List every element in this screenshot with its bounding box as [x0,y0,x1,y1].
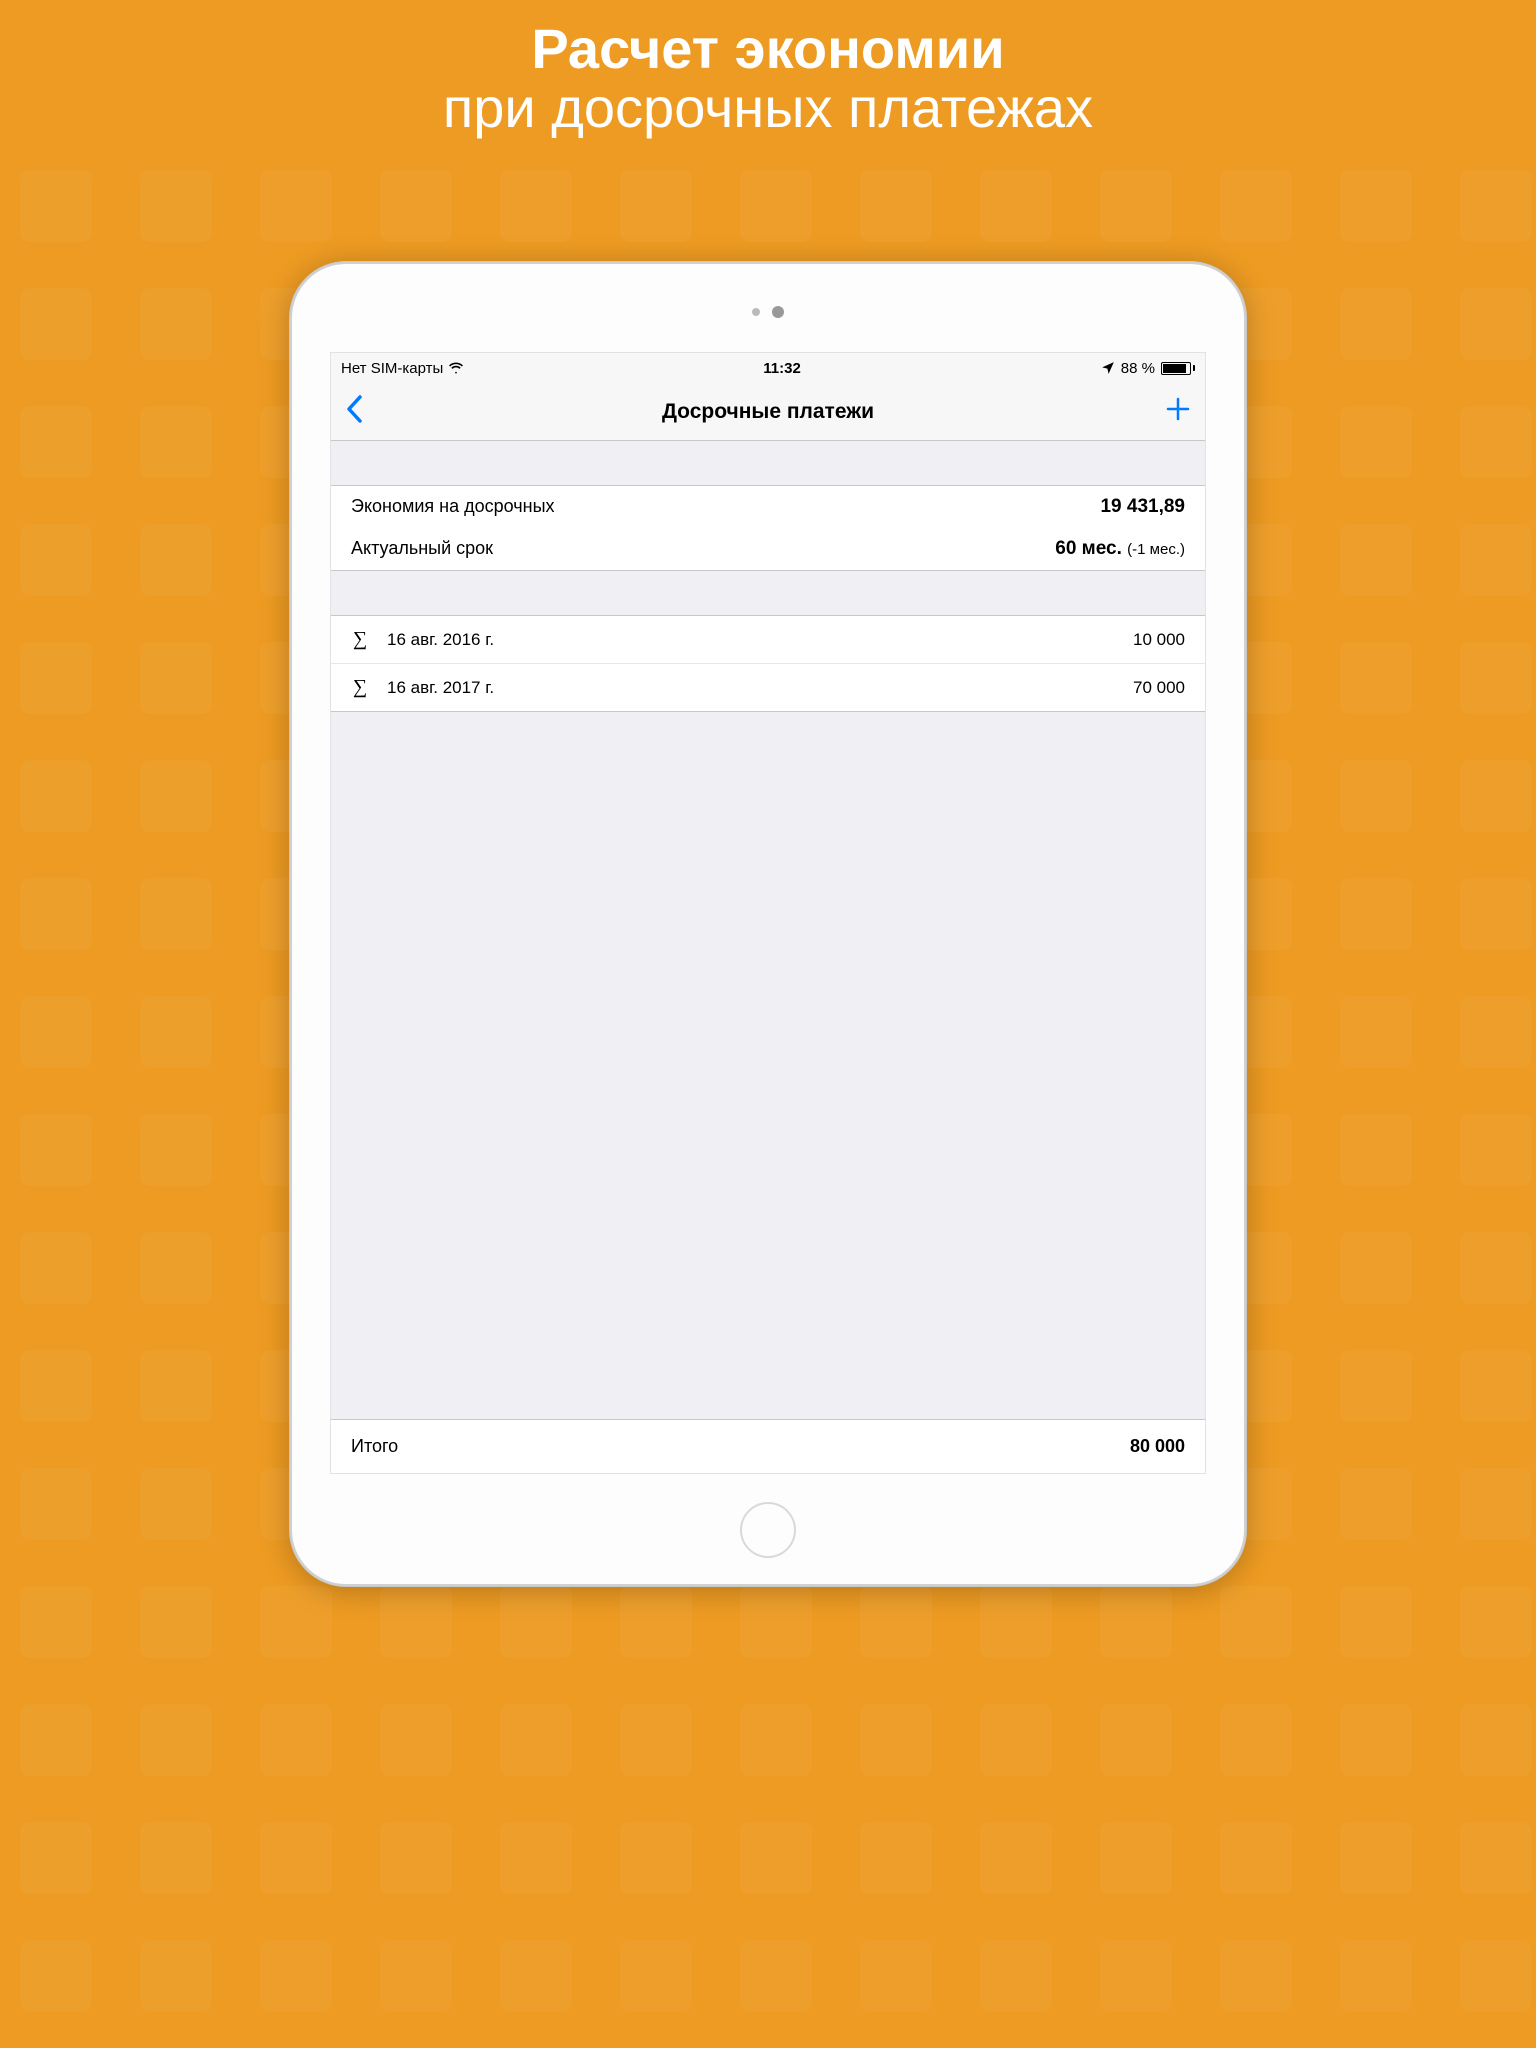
sigma-icon: ∑ [351,676,369,699]
marketing-headline: Расчет экономии при досрочных платежах [0,0,1536,138]
add-button[interactable] [1161,392,1191,431]
headline-line2: при досрочных платежах [0,79,1536,138]
summary-term-row: Актуальный срок 60 мес. (-1 мес.) [331,528,1205,570]
back-button[interactable] [345,394,375,430]
payment-date: 16 авг. 2017 г. [387,678,1115,698]
plus-icon [1165,396,1191,422]
chevron-left-icon [345,394,363,424]
location-icon [1101,361,1115,375]
tablet-frame: Нет SIM-карты 11:32 88 % Досрочные плате… [290,262,1246,1586]
payments-list: ∑ 16 авг. 2016 г. 10 000 ∑ 16 авг. 2017 … [331,615,1205,712]
home-button[interactable] [740,1502,796,1558]
battery-icon [1161,362,1195,375]
savings-value: 19 431,89 [1100,496,1185,518]
status-bar: Нет SIM-карты 11:32 88 % [331,353,1205,383]
page-title: Досрочные платежи [662,400,874,424]
total-label: Итого [351,1436,398,1457]
savings-label: Экономия на досрочных [351,496,555,517]
carrier-label: Нет SIM-карты [341,360,443,377]
total-bar: Итого 80 000 [331,1419,1205,1473]
term-value: 60 мес. (-1 мес.) [1055,538,1185,560]
payment-amount: 10 000 [1133,630,1185,650]
summary-block: Экономия на досрочных 19 431,89 Актуальн… [331,485,1205,571]
payment-row[interactable]: ∑ 16 авг. 2017 г. 70 000 [331,664,1205,711]
payment-amount: 70 000 [1133,678,1185,698]
term-label: Актуальный срок [351,538,493,559]
status-time: 11:32 [763,360,801,377]
payment-row[interactable]: ∑ 16 авг. 2016 г. 10 000 [331,616,1205,664]
sigma-icon: ∑ [351,628,369,651]
headline-line1: Расчет экономии [0,20,1536,79]
content-area[interactable]: Экономия на досрочных 19 431,89 Актуальн… [331,441,1205,1473]
wifi-icon [449,361,463,375]
payment-date: 16 авг. 2016 г. [387,630,1115,650]
total-value: 80 000 [1130,1436,1185,1457]
app-screen: Нет SIM-карты 11:32 88 % Досрочные плате… [330,352,1206,1474]
nav-bar: Досрочные платежи [331,383,1205,441]
device-camera [752,306,784,318]
summary-savings-row: Экономия на досрочных 19 431,89 [331,486,1205,528]
battery-percent: 88 % [1121,360,1155,377]
